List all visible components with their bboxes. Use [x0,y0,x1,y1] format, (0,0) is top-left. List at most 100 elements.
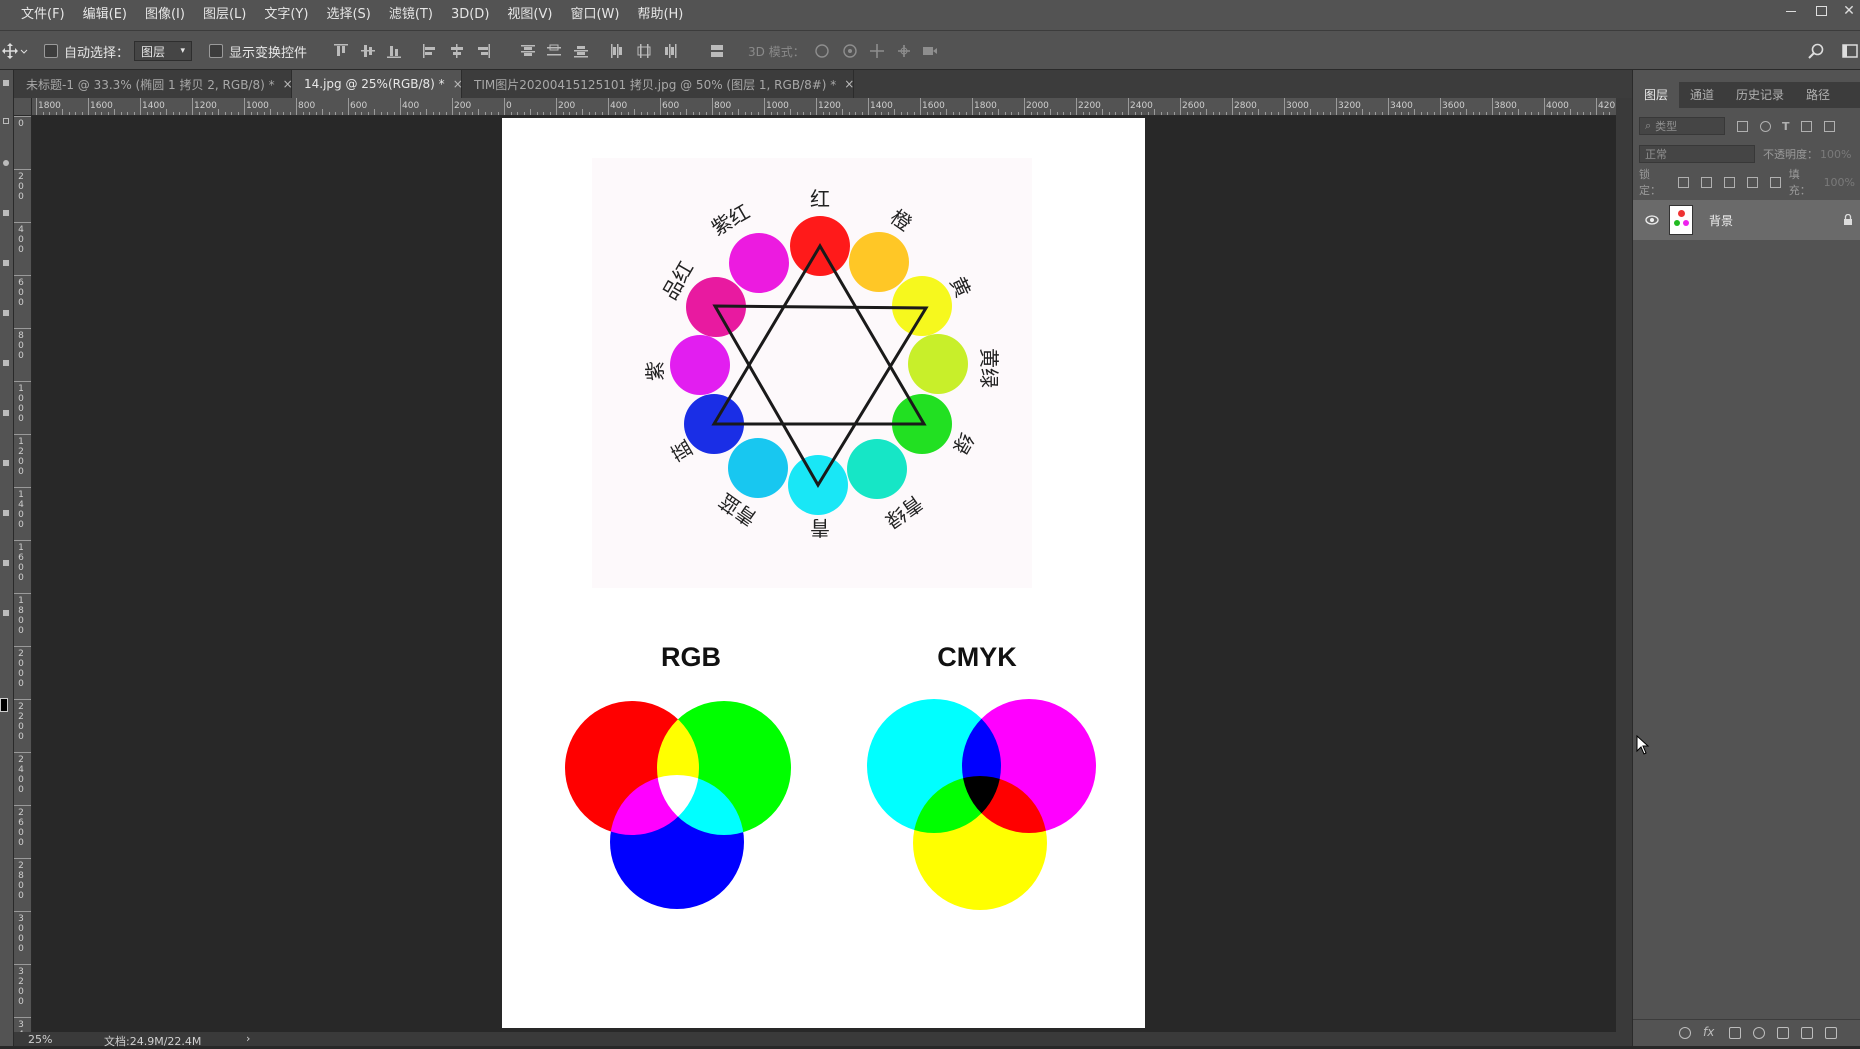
tab-untitled-1[interactable]: 未标题-1 @ 33.3% (椭圆 1 拷贝 2, RGB/8) * × [14,70,293,98]
scale-3d-icon[interactable] [922,43,938,59]
delete-layer-icon[interactable] [1825,1027,1837,1039]
menu-image[interactable]: 图像(I) [136,0,194,30]
horizontal-ruler[interactable]: 1800 1600 1400 1200 1000 800 600 400 200 0 200 400 6… [14,98,1616,116]
tool-hand-icon[interactable] [3,610,9,616]
show-transform-check-icon[interactable] [209,44,223,58]
ruler-h-tick [88,98,89,115]
distribute-bottom-icon[interactable] [573,43,589,59]
search-icon[interactable] [1808,43,1824,59]
auto-select-check-icon[interactable] [44,44,58,58]
align-hcenter-icon[interactable] [449,43,465,59]
menu-3d[interactable]: 3D(D) [442,0,498,30]
filter-shape-icon[interactable] [1800,120,1812,132]
tool-marquee-icon[interactable] [3,118,9,124]
lock-image-icon[interactable] [1700,176,1712,188]
align-right-icon[interactable] [475,43,491,59]
menu-window[interactable]: 窗口(W) [561,0,628,30]
ruler-h-minor-tick [114,109,115,115]
ruler-h-tick [1544,98,1545,115]
align-bottom-icon[interactable] [386,43,402,59]
ruler-h-tick [1128,98,1129,115]
link-layers-icon[interactable] [1679,1027,1691,1039]
tool-gradient-icon[interactable] [3,460,9,466]
foreground-color-swatch[interactable] [0,698,8,712]
tab-14-jpg[interactable]: 14.jpg @ 25%(RGB/8) * × [292,70,463,98]
slide-3d-icon[interactable] [896,43,912,59]
filter-smart-object-icon[interactable] [1823,120,1835,132]
fill-value[interactable]: 100% [1824,176,1855,189]
ruler-origin[interactable] [14,98,32,116]
pan-3d-icon[interactable] [869,43,885,59]
menu-file[interactable]: 文件(F) [0,0,74,30]
tab-tim-image[interactable]: TIM图片20200415125101 拷贝.jpg @ 50% (图层 1, … [462,70,854,98]
move-tool-icon[interactable] [2,31,28,71]
lock-artboard-icon[interactable] [1746,176,1758,188]
tool-crop-icon[interactable] [3,210,9,216]
menu-view[interactable]: 视图(V) [498,0,561,30]
menu-select[interactable]: 选择(S) [317,0,379,30]
layer-filter-dropdown[interactable]: ⌕ 类型 [1639,117,1725,135]
add-mask-icon[interactable] [1729,1027,1741,1039]
tab-channels[interactable]: 通道 [1679,82,1725,108]
show-transform-checkbox[interactable]: 显示变换控件 [209,31,307,71]
tab-layers[interactable]: 图层 [1633,82,1680,108]
menu-layer[interactable]: 图层(L) [194,0,255,30]
document-canvas[interactable]: 红 橙 黄 黄绿 绿 青绿 青 青蓝 蓝 紫 品红 紫红 RGB CMYK [502,118,1145,1028]
distribute-hcenter-icon[interactable] [636,43,652,59]
status-menu-arrow-icon[interactable]: › [246,1032,250,1045]
roll-3d-icon[interactable] [842,43,858,59]
vertical-scrollbar[interactable] [1616,98,1632,1032]
new-group-icon[interactable] [1777,1027,1789,1039]
auto-select-dropdown[interactable]: 图层 ▾ [134,31,192,71]
tool-type-icon[interactable] [3,560,9,566]
close-tab-icon[interactable]: × [844,77,854,91]
adjustment-layer-icon[interactable] [1753,1027,1765,1039]
filter-type-icon[interactable]: T [1782,120,1790,133]
fx-icon[interactable]: fx [1703,1025,1714,1039]
maximize-icon[interactable] [1806,0,1836,22]
lock-transparent-icon[interactable] [1677,176,1689,188]
workspace-icon[interactable] [1842,43,1858,59]
auto-align-icon[interactable] [709,43,725,59]
tool-move-icon[interactable] [3,80,9,86]
lock-all-icon[interactable] [1769,176,1781,188]
distribute-vcenter-icon[interactable] [546,43,562,59]
lock-position-icon[interactable] [1723,176,1735,188]
tool-lasso-icon[interactable] [3,160,9,166]
ruler-h-minor-tick [1459,112,1461,115]
tool-eyedropper-icon[interactable] [3,260,9,266]
tab-paths[interactable]: 路径 [1795,82,1841,108]
minimize-icon[interactable] [1776,0,1806,22]
tools-panel [0,70,14,1046]
rotate-3d-icon[interactable] [814,43,830,59]
opacity-value[interactable]: 100% [1820,148,1851,161]
align-vcenter-icon[interactable] [360,43,376,59]
filter-adjustment-icon[interactable] [1760,120,1771,132]
new-layer-icon[interactable] [1801,1027,1813,1039]
tool-stamp-icon[interactable] [3,360,9,366]
distribute-top-icon[interactable] [520,43,536,59]
layer-name[interactable]: 背景 [1709,212,1733,229]
distribute-left-icon[interactable] [609,43,625,59]
blend-mode-dropdown[interactable]: 正常 [1639,145,1755,163]
eye-icon[interactable] [1645,215,1659,225]
filter-pixel-icon[interactable] [1737,120,1748,132]
layer-row-background[interactable]: 背景 [1633,200,1860,240]
menu-edit[interactable]: 编辑(E) [74,0,136,30]
menu-filter[interactable]: 滤镜(T) [380,0,442,30]
distribute-right-icon[interactable] [662,43,678,59]
menu-help[interactable]: 帮助(H) [628,0,692,30]
align-left-icon[interactable] [422,43,438,59]
tab-history[interactable]: 历史记录 [1725,82,1795,108]
vertical-ruler[interactable]: 0 200 400 600 800 1000 1200 1400 1600 1800 2000 220… [14,116,32,1032]
auto-select-checkbox[interactable]: 自动选择： [44,31,129,71]
tool-brush-icon[interactable] [3,310,9,316]
tool-pen-icon[interactable] [3,510,9,516]
close-window-icon[interactable]: ✕ [1834,0,1860,22]
menu-type[interactable]: 文字(Y) [255,0,317,30]
align-top-icon[interactable] [333,43,349,59]
ruler-h-label: 2200 [1078,101,1101,111]
zoom-level[interactable]: 25% [28,1033,52,1046]
ruler-h-minor-tick [991,112,993,115]
tool-eraser-icon[interactable] [3,410,9,416]
